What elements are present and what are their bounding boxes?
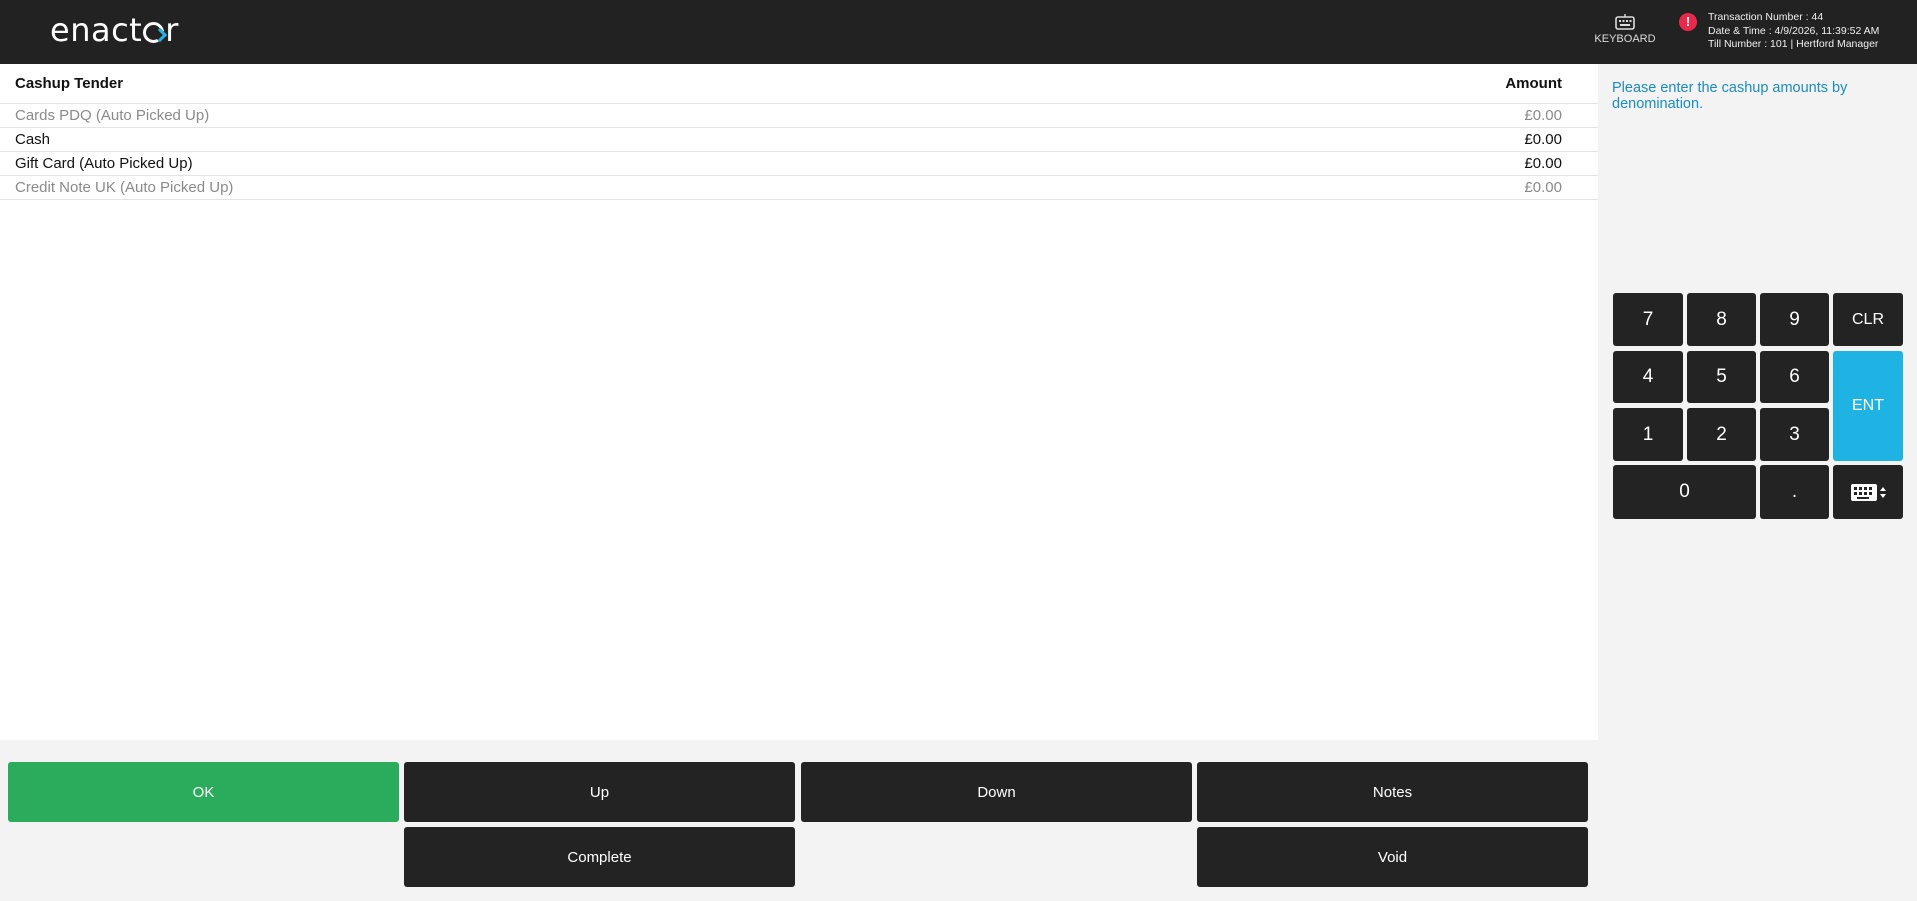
logo-o-icon [143, 22, 165, 43]
till-info: Till Number : 101 | Hertford Manager [1708, 38, 1879, 50]
key-8[interactable]: 8 [1687, 293, 1756, 346]
keyboard-icon [1615, 14, 1635, 30]
right-panel: Please enter the cashup amounts by denom… [1598, 64, 1917, 901]
key-7[interactable]: 7 [1613, 293, 1683, 346]
key-3[interactable]: 3 [1760, 408, 1829, 461]
logo-text-part-1: en [50, 11, 91, 49]
tender-name: Cash [15, 131, 51, 148]
down-button[interactable]: Down [801, 762, 1192, 822]
transaction-number: Transaction Number : 44 [1708, 11, 1824, 23]
top-header: enact r KEYBOARD ! Transaction Number : 4… [0, 0, 1917, 64]
alert-icon[interactable]: ! [1679, 13, 1697, 31]
key-4[interactable]: 4 [1613, 351, 1683, 403]
clear-button[interactable]: CLR [1833, 293, 1903, 346]
column-header-amount: Amount [1505, 75, 1562, 92]
transaction-info: Transaction Number : 44 Date & Time : 4/… [1708, 11, 1879, 52]
logo-text-part-3: r [165, 11, 179, 49]
keyboard-toggle-icon [1851, 484, 1886, 501]
date-time: Date & Time : 4/9/2026, 11:39:52 AM [1708, 24, 1880, 37]
table-row[interactable]: Cards PDQ (Auto Picked Up) £0.00 [0, 104, 1598, 128]
tender-name: Cards PDQ (Auto Picked Up) [15, 107, 210, 124]
key-9[interactable]: 9 [1760, 293, 1829, 346]
table-row[interactable]: Cash £0.00 [0, 128, 1598, 152]
keyboard-label: KEYBOARD [1594, 33, 1656, 45]
column-header-tender: Cashup Tender [15, 75, 124, 92]
complete-button[interactable]: Complete [404, 827, 795, 887]
cashup-table: Cashup Tender Amount Cards PDQ (Auto Pic… [0, 64, 1598, 740]
up-button[interactable]: Up [404, 762, 795, 822]
tender-amount: £0.00 [1524, 179, 1562, 196]
void-button[interactable]: Void [1197, 827, 1588, 887]
tender-amount: £0.00 [1524, 107, 1562, 124]
keyboard-button[interactable]: KEYBOARD [1588, 12, 1662, 54]
logo-text-part-2: act [90, 11, 143, 49]
key-1[interactable]: 1 [1613, 408, 1683, 461]
key-6[interactable]: 6 [1760, 351, 1829, 403]
key-0[interactable]: 0 [1613, 465, 1756, 519]
keyboard-toggle-button[interactable] [1833, 465, 1903, 519]
table-row[interactable]: Gift Card (Auto Picked Up) £0.00 [0, 152, 1598, 176]
key-decimal[interactable]: . [1760, 465, 1829, 519]
key-5[interactable]: 5 [1687, 351, 1756, 403]
tender-amount: £0.00 [1524, 131, 1562, 148]
ok-button[interactable]: OK [8, 762, 399, 822]
table-header: Cashup Tender Amount [0, 64, 1598, 104]
enactor-logo: enact r [50, 8, 179, 52]
tender-name: Credit Note UK (Auto Picked Up) [15, 179, 234, 196]
notes-button[interactable]: Notes [1197, 762, 1588, 822]
prompt-message: Please enter the cashup amounts by denom… [1612, 80, 1848, 112]
key-2[interactable]: 2 [1687, 408, 1756, 461]
enter-button[interactable]: ENT [1833, 351, 1903, 461]
tender-amount: £0.00 [1524, 155, 1562, 172]
table-row[interactable]: Credit Note UK (Auto Picked Up) £0.00 [0, 176, 1598, 200]
tender-name: Gift Card (Auto Picked Up) [15, 155, 193, 172]
